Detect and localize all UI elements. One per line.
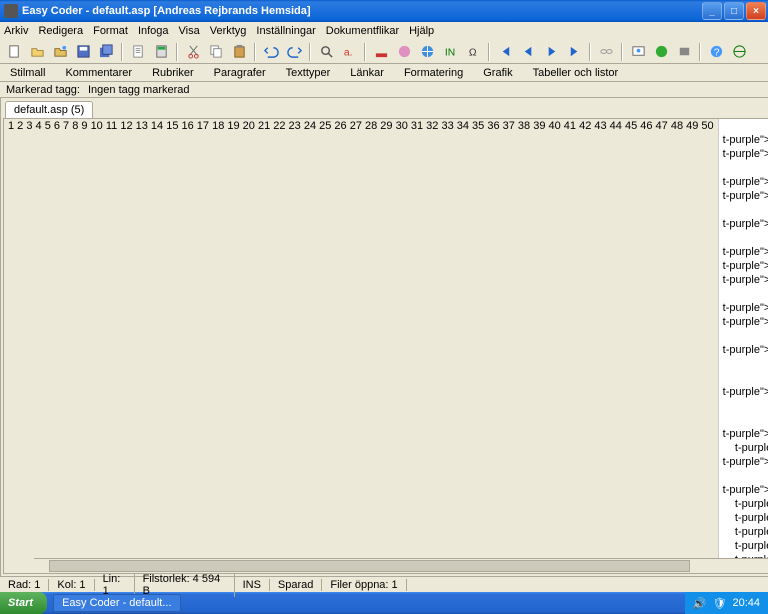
doc-icon[interactable]	[128, 42, 148, 62]
menu-hjälp[interactable]: Hjälp	[409, 25, 434, 37]
svg-text:?: ?	[713, 47, 719, 58]
titlebar[interactable]: Easy Coder - default.asp [Andreas Rejbra…	[0, 0, 768, 22]
menu-dokumentflikar[interactable]: Dokumentflikar	[326, 25, 399, 37]
server-icon[interactable]	[674, 42, 694, 62]
svg-text:Ω: Ω	[468, 47, 476, 58]
menu-arkiv[interactable]: Arkiv	[4, 25, 28, 37]
menu-infoga[interactable]: Infoga	[138, 25, 169, 37]
tray-icon[interactable]: 🔊	[693, 597, 707, 610]
status-insert: INS	[235, 579, 270, 591]
format-tabbar: Stilmall Kommentarer Rubriker Paragrafer Tex…	[0, 64, 768, 82]
menu-format[interactable]: Format	[93, 25, 128, 37]
preview-icon[interactable]	[628, 42, 648, 62]
open2-icon[interactable]	[50, 42, 70, 62]
menubar: Arkiv Redigera Format Infoga Visa Verktyg Inst…	[0, 22, 768, 40]
open-icon[interactable]	[27, 42, 47, 62]
undo-icon[interactable]	[261, 42, 281, 62]
paste-icon[interactable]	[229, 42, 249, 62]
palette-icon[interactable]	[394, 42, 414, 62]
code-area[interactable]: t-purple">class="t-red"><?xml t-purple">…	[719, 119, 768, 573]
tray-icon[interactable]: 🛡	[713, 597, 727, 610]
goto-icon[interactable]: a.	[339, 42, 359, 62]
horizontal-scrollbar[interactable]	[34, 558, 768, 573]
window-title: Easy Coder - default.asp [Andreas Rejbra…	[22, 5, 702, 17]
run-icon[interactable]	[651, 42, 671, 62]
status-bar: Rad: 1 Kol: 1 Lin: 1 Filstorlek: 4 594 B…	[0, 576, 768, 592]
line-gutter: 1 2 3 4 5 6 7 8 9 10 11 12 13 14 15 16 1…	[4, 119, 719, 573]
link-icon[interactable]	[596, 42, 616, 62]
system-tray[interactable]: 🔊 🛡 20:44	[685, 592, 768, 614]
marker-label: Markerad tagg:	[6, 84, 80, 96]
tab-kommentarer[interactable]: Kommentarer	[65, 67, 132, 79]
find-icon[interactable]	[316, 42, 336, 62]
svg-text:a.: a.	[343, 47, 352, 58]
main-toolbar: a. IN Ω ?	[0, 40, 768, 64]
menu-inställningar[interactable]: Inställningar	[256, 25, 315, 37]
tab-formatering[interactable]: Formatering	[404, 67, 463, 79]
code-editor[interactable]: 1 2 3 4 5 6 7 8 9 10 11 12 13 14 15 16 1…	[3, 118, 768, 574]
marker-value: Ingen tagg markerad	[88, 84, 190, 96]
saveall-icon[interactable]	[96, 42, 116, 62]
maximize-button[interactable]: □	[724, 2, 744, 20]
app-icon	[4, 4, 18, 18]
minimize-button[interactable]: _	[702, 2, 722, 20]
last-icon[interactable]	[564, 42, 584, 62]
close-button[interactable]: ×	[746, 2, 766, 20]
tab-tabeller och listor[interactable]: Tabeller och listor	[533, 67, 619, 79]
help-icon[interactable]: ?	[706, 42, 726, 62]
svg-text:IN: IN	[444, 47, 454, 58]
redo-icon[interactable]	[284, 42, 304, 62]
tab-stilmall[interactable]: Stilmall	[10, 67, 45, 79]
new-icon[interactable]	[4, 42, 24, 62]
status-saved: Sparad	[270, 579, 322, 591]
tray-clock: 20:44	[732, 597, 760, 609]
tab-texttyper[interactable]: Texttyper	[286, 67, 331, 79]
next-icon[interactable]	[541, 42, 561, 62]
taskbar: Start Easy Coder - default... 🔊 🛡 20:44	[0, 592, 768, 614]
copy-icon[interactable]	[206, 42, 226, 62]
tab-länkar[interactable]: Länkar	[350, 67, 384, 79]
color-icon[interactable]	[371, 42, 391, 62]
prev-icon[interactable]	[518, 42, 538, 62]
document-tabs: default.asp (5)	[1, 98, 768, 118]
status-row: Rad: 1	[0, 579, 49, 591]
start-button[interactable]: Start	[0, 592, 47, 614]
insert-icon[interactable]: IN	[440, 42, 460, 62]
tab-rubriker[interactable]: Rubriker	[152, 67, 194, 79]
status-col: Kol: 1	[49, 579, 94, 591]
cut-icon[interactable]	[183, 42, 203, 62]
globe-icon[interactable]	[417, 42, 437, 62]
calc-icon[interactable]	[151, 42, 171, 62]
menu-verktyg[interactable]: Verktyg	[210, 25, 247, 37]
save-icon[interactable]	[73, 42, 93, 62]
menu-visa[interactable]: Visa	[179, 25, 200, 37]
document-tab[interactable]: default.asp (5)	[5, 101, 93, 118]
first-icon[interactable]	[495, 42, 515, 62]
tab-paragrafer[interactable]: Paragrafer	[214, 67, 266, 79]
char-icon[interactable]: Ω	[463, 42, 483, 62]
taskbar-item[interactable]: Easy Coder - default...	[53, 594, 180, 612]
menu-redigera[interactable]: Redigera	[38, 25, 83, 37]
web-icon[interactable]	[729, 42, 749, 62]
status-filesize: Filstorlek: 4 594 B	[135, 573, 235, 597]
marker-bar: Markerad tagg: Ingen tagg markerad	[0, 82, 768, 98]
status-open: Filer öppna: 1	[322, 579, 406, 591]
tab-grafik[interactable]: Grafik	[483, 67, 512, 79]
status-line: Lin: 1	[95, 573, 135, 597]
